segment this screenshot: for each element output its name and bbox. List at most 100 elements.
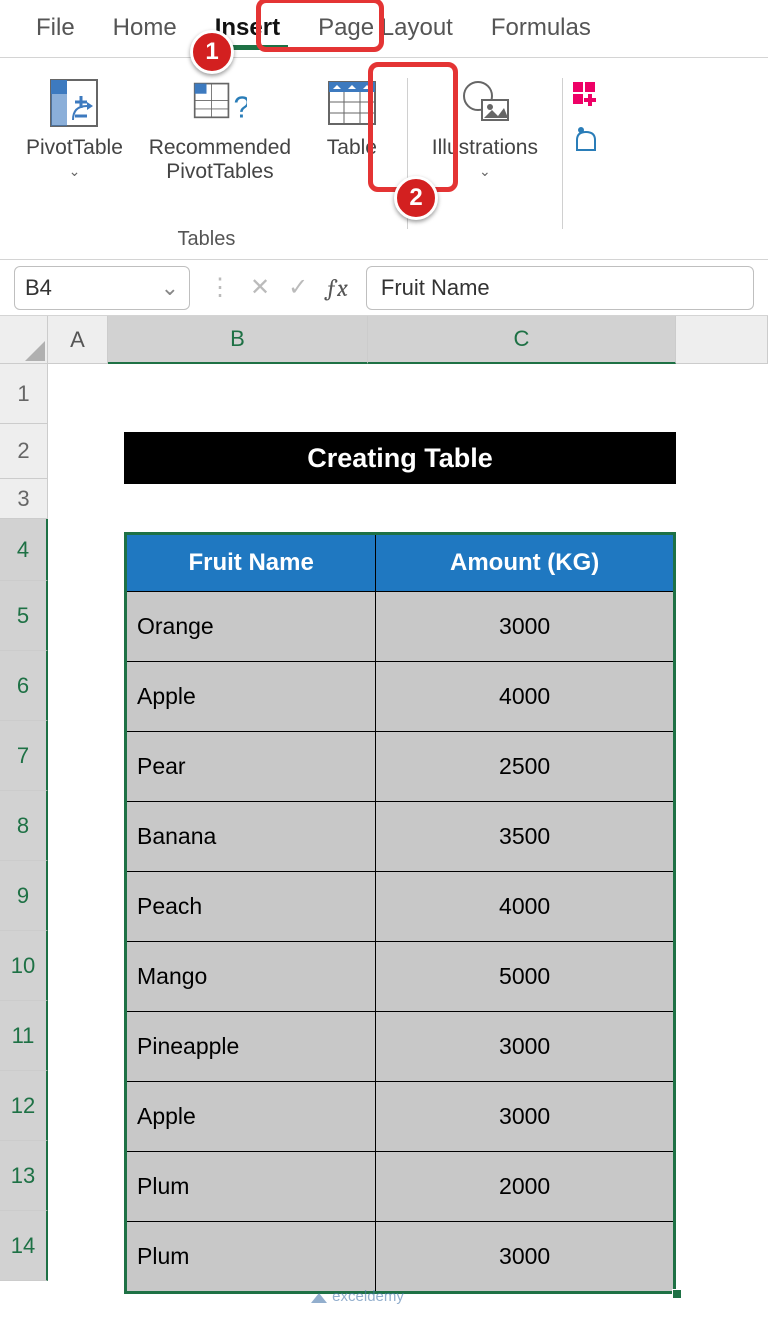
watermark: exceldemy [310, 1288, 404, 1305]
cell-fruit[interactable]: Pineapple [127, 1011, 376, 1081]
tab-page-layout[interactable]: Page Layout [314, 4, 457, 54]
cell-fruit[interactable]: Apple [127, 661, 376, 731]
illustrations-button[interactable]: Illustrations ⌄ [420, 70, 550, 222]
table-row: Pineapple3000 [127, 1011, 673, 1081]
row-6[interactable]: 6 [0, 651, 48, 721]
table-label: Table [327, 136, 377, 160]
worksheet[interactable]: A B C 1 2 3 4 5 6 7 8 9 10 11 12 13 14 C… [0, 316, 768, 1319]
cell-fruit[interactable]: Banana [127, 801, 376, 871]
cell-amount[interactable]: 2000 [376, 1151, 673, 1221]
callout-badge-2: 2 [394, 176, 438, 220]
header-amount[interactable]: Amount (KG) [376, 535, 673, 591]
cell-amount[interactable]: 3000 [376, 1011, 673, 1081]
title-cell[interactable]: Creating Table [124, 432, 676, 484]
ribbon: PivotTable ⌄ ? Recommended PivotTables [0, 58, 768, 260]
pivot-table-icon [47, 76, 101, 130]
row-10[interactable]: 10 [0, 931, 48, 1001]
cell-fruit[interactable]: Plum [127, 1221, 376, 1291]
table-row: Peach4000 [127, 871, 673, 941]
table-row: Pear2500 [127, 731, 673, 801]
cell-amount[interactable]: 4000 [376, 871, 673, 941]
row-5[interactable]: 5 [0, 581, 48, 651]
tab-home[interactable]: Home [109, 4, 181, 54]
cell-amount[interactable]: 5000 [376, 941, 673, 1011]
chevron-down-icon: ⌄ [69, 166, 81, 176]
name-box[interactable]: B4 ⌄ [14, 266, 190, 310]
cell-amount[interactable]: 3000 [376, 1221, 673, 1291]
pivot-table-button[interactable]: PivotTable ⌄ [18, 70, 131, 222]
table-row: Plum3000 [127, 1221, 673, 1291]
row-12[interactable]: 12 [0, 1071, 48, 1141]
row-2[interactable]: 2 [0, 424, 48, 479]
col-B[interactable]: B [108, 316, 368, 364]
table-row: Apple3000 [127, 1081, 673, 1151]
row-3[interactable]: 3 [0, 479, 48, 519]
svg-text:?: ? [233, 91, 247, 124]
enter-icon[interactable]: ✓ [288, 273, 308, 302]
illustrations-icon [458, 76, 512, 130]
formula-bar: B4 ⌄ ⋮ ✕ ✓ ƒx Fruit Name [0, 260, 768, 316]
separator-dots: ⋮ [208, 273, 232, 302]
ribbon-tabs: File Home Insert Page Layout Formulas [0, 0, 768, 58]
col-C[interactable]: C [368, 316, 676, 364]
recommended-pivot-icon: ? [193, 76, 247, 130]
cell-fruit[interactable]: Pear [127, 731, 376, 801]
my-addins-icon [571, 126, 601, 156]
table-row: Apple4000 [127, 661, 673, 731]
table-row: Orange3000 [127, 591, 673, 661]
group-illustrations: Illustrations ⌄ [416, 70, 554, 259]
addins-icon [571, 80, 601, 110]
cell-amount[interactable]: 3500 [376, 801, 673, 871]
row-headers: 1 2 3 4 5 6 7 8 9 10 11 12 13 14 [0, 364, 48, 1281]
chevron-down-icon: ⌄ [479, 166, 491, 176]
callout-badge-1: 1 [190, 30, 234, 74]
row-9[interactable]: 9 [0, 861, 48, 931]
row-4[interactable]: 4 [0, 519, 48, 581]
illustrations-label: Illustrations [432, 136, 538, 160]
data-table[interactable]: Fruit Name Amount (KG) Orange3000 Apple4… [124, 532, 676, 1294]
cancel-icon[interactable]: ✕ [250, 273, 270, 302]
cell-amount[interactable]: 2500 [376, 731, 673, 801]
row-11[interactable]: 11 [0, 1001, 48, 1071]
cell-amount[interactable]: 4000 [376, 661, 673, 731]
table-icon [325, 76, 379, 130]
table-row: Banana3500 [127, 801, 673, 871]
table-header-row: Fruit Name Amount (KG) [127, 535, 673, 591]
row-1[interactable]: 1 [0, 364, 48, 424]
get-addins-button[interactable] [571, 80, 601, 110]
select-all-corner[interactable] [0, 316, 48, 364]
row-14[interactable]: 14 [0, 1211, 48, 1281]
formula-value: Fruit Name [381, 275, 490, 301]
my-addins-button[interactable] [571, 126, 601, 156]
formula-input[interactable]: Fruit Name [366, 266, 754, 310]
table-row: Plum2000 [127, 1151, 673, 1221]
separator [562, 78, 563, 229]
header-fruit[interactable]: Fruit Name [127, 535, 376, 591]
recommended-pivot-tables-button[interactable]: ? Recommended PivotTables [135, 70, 305, 222]
chevron-down-icon: ⌄ [161, 275, 179, 301]
name-box-value: B4 [25, 275, 52, 301]
col-next[interactable] [676, 316, 768, 364]
cell-fruit[interactable]: Orange [127, 591, 376, 661]
tab-file[interactable]: File [32, 4, 79, 54]
cell-fruit[interactable]: Plum [127, 1151, 376, 1221]
group-tables-label: Tables [178, 222, 236, 259]
col-A[interactable]: A [48, 316, 108, 364]
addins-partial [571, 70, 601, 259]
recommended-pt-label: Recommended PivotTables [149, 136, 291, 184]
cell-fruit[interactable]: Mango [127, 941, 376, 1011]
cell-fruit[interactable]: Apple [127, 1081, 376, 1151]
row-7[interactable]: 7 [0, 721, 48, 791]
selection-handle[interactable] [672, 1289, 682, 1299]
row-8[interactable]: 8 [0, 791, 48, 861]
tab-formulas[interactable]: Formulas [487, 4, 595, 54]
table-button[interactable]: Table [309, 70, 395, 222]
row-13[interactable]: 13 [0, 1141, 48, 1211]
cell-amount[interactable]: 3000 [376, 591, 673, 661]
cell-amount[interactable]: 3000 [376, 1081, 673, 1151]
cell-fruit[interactable]: Peach [127, 871, 376, 941]
fx-icon[interactable]: ƒx [326, 274, 348, 302]
pivot-table-label: PivotTable [26, 136, 123, 160]
table-row: Mango5000 [127, 941, 673, 1011]
group-tables: PivotTable ⌄ ? Recommended PivotTables [14, 70, 399, 259]
